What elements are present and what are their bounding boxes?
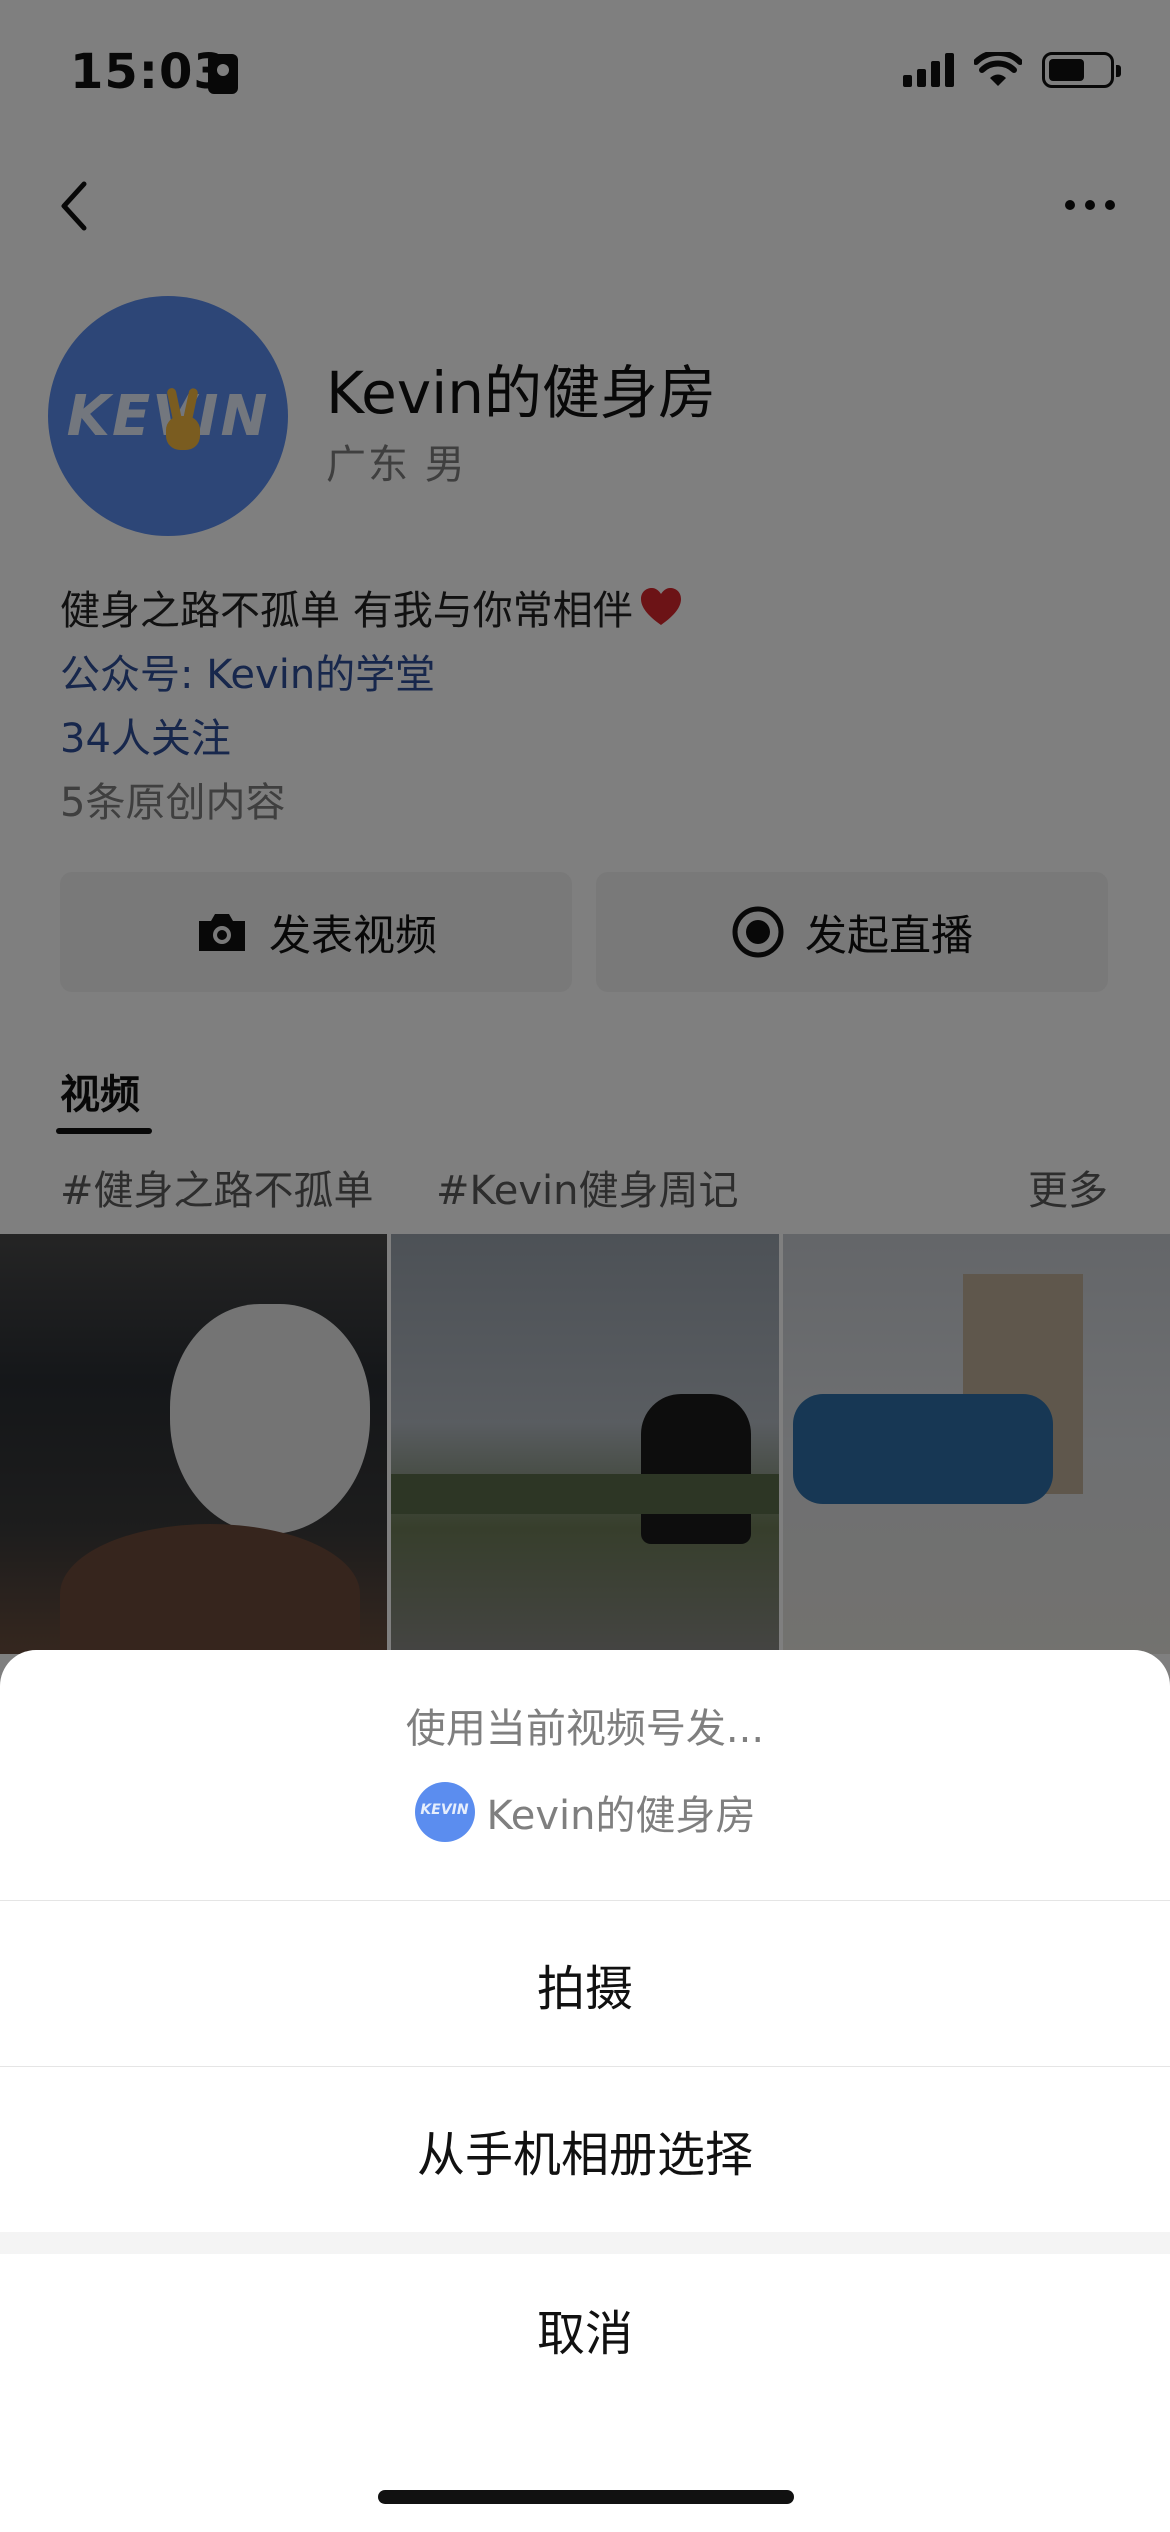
- sheet-hint: 使用当前视频号发...: [405, 1706, 765, 1752]
- sheet-header: 使用当前视频号发... KEVIN Kevin的健身房: [0, 1650, 1170, 1900]
- shoot-option[interactable]: 拍摄: [0, 1900, 1170, 2066]
- publish-action-sheet: 使用当前视频号发... KEVIN Kevin的健身房 拍摄 从手机相册选择 取…: [0, 1650, 1170, 2532]
- home-indicator[interactable]: [378, 2490, 794, 2504]
- cancel-button[interactable]: 取消: [0, 2254, 1170, 2404]
- avatar-logo-text: KEVIN: [420, 1802, 469, 1818]
- sheet-account: KEVIN Kevin的健身房: [0, 1782, 1170, 1842]
- sheet-separator: [0, 2232, 1170, 2254]
- channel-profile-screen: 15:03 KEVIN Kevin的健身房 广东 男 健身之路不孤单 有: [0, 0, 1170, 2532]
- sheet-account-name: Kevin的健身房: [486, 1793, 756, 1839]
- account-avatar: KEVIN: [414, 1782, 475, 1842]
- choose-from-album-option[interactable]: 从手机相册选择: [0, 2066, 1170, 2232]
